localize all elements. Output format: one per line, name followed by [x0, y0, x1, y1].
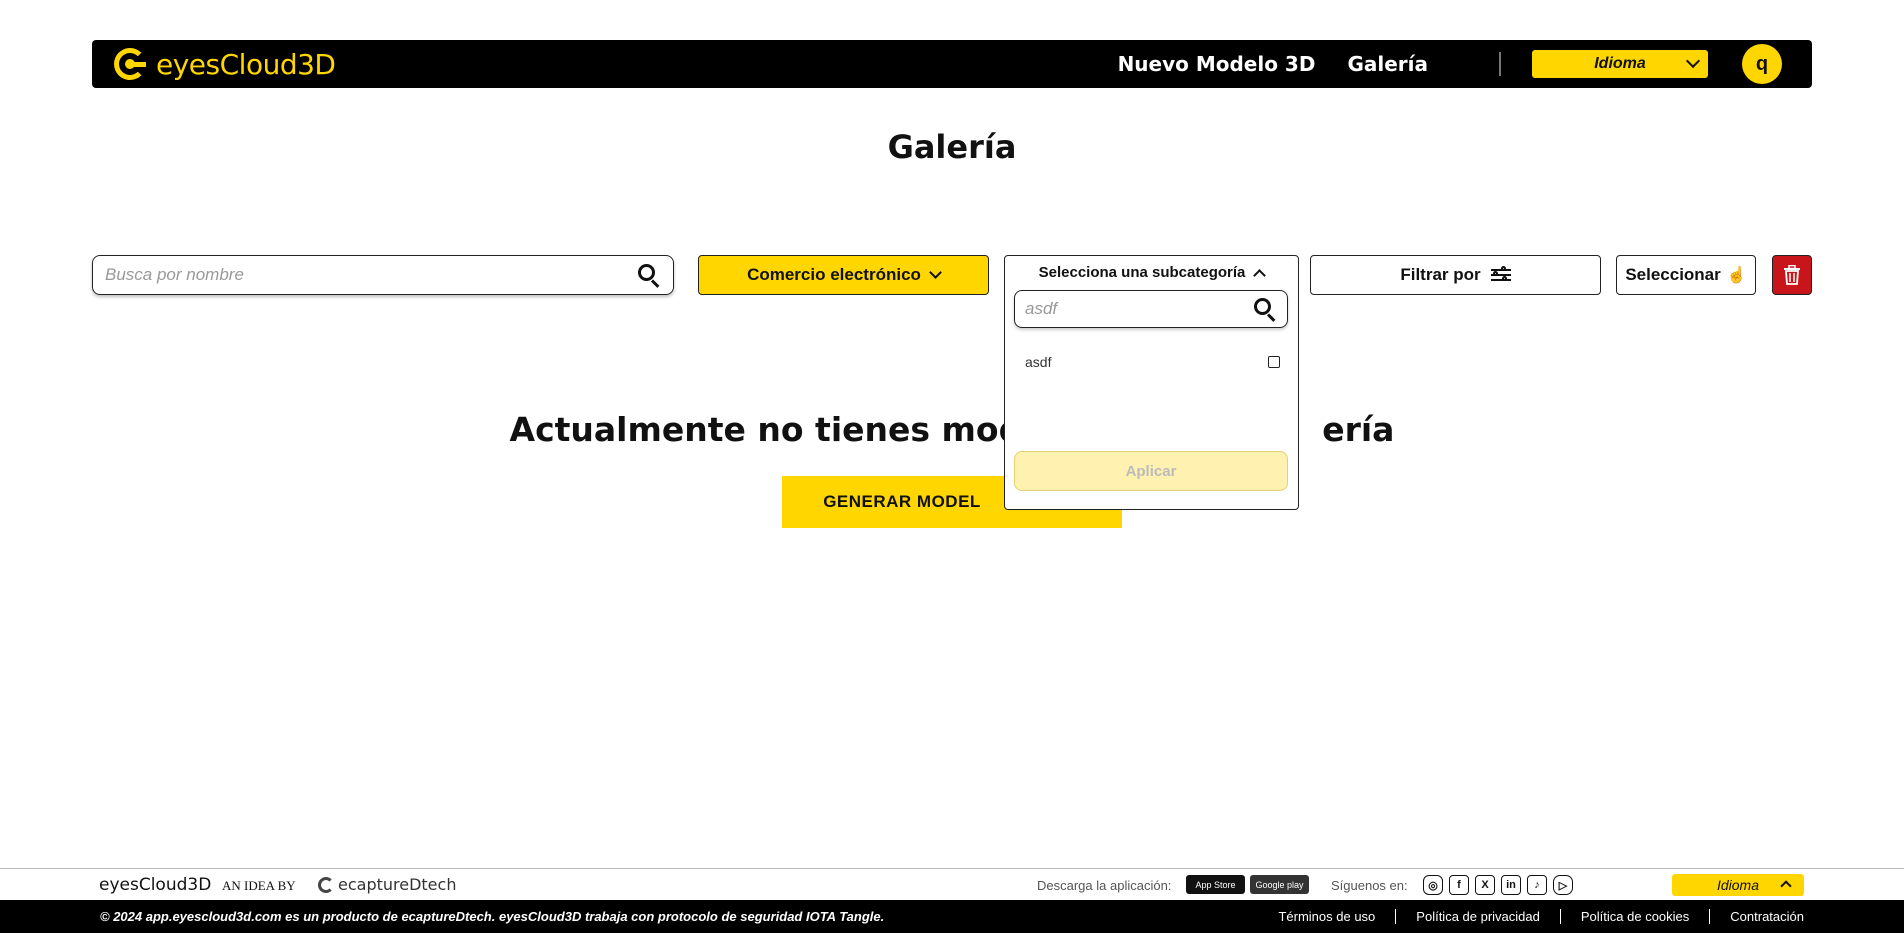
search-icon[interactable] [637, 263, 661, 288]
nav-gallery[interactable]: Galería [1347, 52, 1428, 76]
language-label: Idioma [1594, 55, 1646, 72]
subcategory-toggle[interactable]: Selecciona una subcategoría [1005, 264, 1298, 282]
subcategory-dropdown: Selecciona una subcategoría asdf Aplicar [1004, 255, 1299, 510]
search-input[interactable] [105, 265, 637, 285]
filter-button[interactable]: Filtrar por [1310, 255, 1601, 295]
category-label: Comercio electrónico [747, 265, 921, 284]
option-label: asdf [1025, 354, 1052, 370]
footer-idea-by: AN IDEA BY [222, 878, 296, 893]
footer-company[interactable]: ecaptureDtech [318, 875, 456, 894]
filter-label: Filtrar por [1400, 265, 1481, 284]
copyright-text: © 2024 app.eyescloud3d.com es un product… [100, 909, 885, 924]
nav-divider [1499, 52, 1501, 76]
user-avatar[interactable]: q [1742, 44, 1782, 84]
category-dropdown[interactable]: Comercio electrónico [698, 255, 989, 295]
generate-label: GENERAR MODEL [823, 492, 981, 511]
footer-bottom: © 2024 app.eyescloud3d.com es un product… [0, 900, 1904, 933]
option-checkbox[interactable] [1268, 356, 1280, 368]
language-select[interactable]: Idioma [1532, 50, 1708, 78]
footer-brand[interactable]: eyesCloud3D [99, 875, 211, 895]
instagram-icon[interactable]: ◎ [1423, 875, 1443, 895]
google-play-label: Google play [1255, 879, 1304, 890]
search-box [92, 255, 674, 295]
delete-button[interactable] [1772, 255, 1812, 295]
footer-top: eyesCloud3D AN IDEA BY ecaptureDtech Des… [0, 868, 1904, 900]
linkedin-icon[interactable]: in [1501, 875, 1521, 895]
search-icon[interactable] [1253, 297, 1277, 322]
brand-name: eyesCloud3D [156, 47, 336, 81]
privacy-link[interactable]: Política de privacidad [1395, 909, 1560, 924]
hand-pointer-icon: ☝ [1726, 267, 1747, 284]
chevron-up-icon [1253, 268, 1267, 282]
footer-language-label: Idioma [1716, 877, 1760, 893]
chevron-down-icon [929, 266, 942, 279]
subcategory-search-input[interactable] [1025, 299, 1253, 319]
tiktok-icon[interactable]: ♪ [1527, 875, 1547, 895]
ecapture-logo-icon [318, 876, 334, 893]
footer-language-select[interactable]: Idioma [1672, 874, 1804, 896]
empty-state-message: Actualmente no tienes mod ería [0, 410, 1904, 449]
brand-logo[interactable]: eyesCloud3D [112, 46, 336, 82]
select-button[interactable]: Seleccionar ☝ [1616, 255, 1756, 295]
x-icon[interactable]: X [1475, 875, 1495, 895]
nav-new-model[interactable]: Nuevo Modelo 3D [1118, 52, 1316, 76]
top-navbar: eyesCloud3D Nuevo Modelo 3D Galería Idio… [92, 40, 1812, 88]
apply-button[interactable]: Aplicar [1014, 451, 1288, 491]
chevron-up-icon [1780, 880, 1792, 892]
google-play-badge[interactable]: Google play [1250, 875, 1309, 894]
download-label: Descarga la aplicación: [1037, 878, 1172, 893]
subcategory-option[interactable]: asdf [1025, 354, 1280, 370]
logo-icon [112, 46, 150, 82]
contracting-link[interactable]: Contratación [1709, 909, 1804, 924]
empty-message-right: ería [1322, 410, 1395, 449]
trash-icon [1784, 265, 1800, 285]
footer-company-name: ecaptureDtech [338, 875, 457, 894]
subcategory-search-box [1014, 290, 1288, 328]
subcategory-title: Selecciona una subcategoría [1038, 264, 1246, 281]
sliders-icon [1490, 266, 1511, 283]
terms-link[interactable]: Términos de uso [1258, 909, 1395, 924]
chevron-down-icon [1685, 53, 1701, 69]
follow-label: Síguenos en: [1331, 878, 1408, 893]
app-store-badge[interactable]: App Store [1186, 875, 1245, 894]
main-nav: Nuevo Modelo 3D Galería [1118, 52, 1428, 76]
facebook-icon[interactable]: f [1449, 875, 1469, 895]
cookies-link[interactable]: Política de cookies [1559, 909, 1709, 924]
app-store-label: App Store [1195, 879, 1236, 890]
empty-message-left: Actualmente no tienes mod [509, 410, 1023, 449]
social-links: ◎ f X in ♪ ▷ [1423, 875, 1573, 895]
legal-links: Términos de uso Política de privacidad P… [1258, 909, 1804, 924]
page-title: Galería [887, 128, 1017, 166]
select-label: Seleccionar [1625, 265, 1721, 284]
youtube-icon[interactable]: ▷ [1553, 875, 1573, 895]
